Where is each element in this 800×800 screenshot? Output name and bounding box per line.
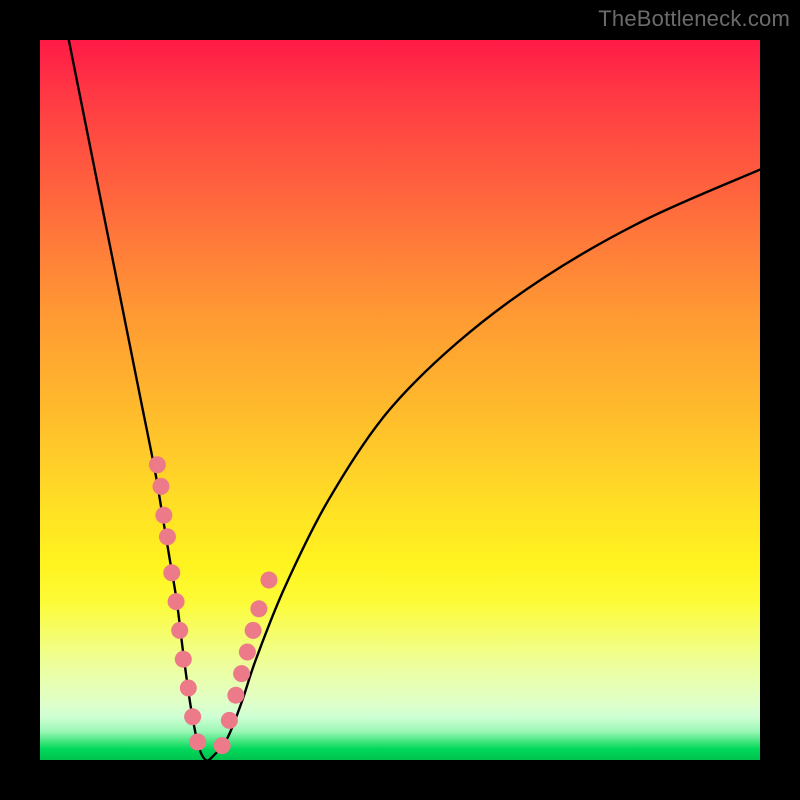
marker-dot	[168, 593, 185, 610]
marker-dot	[180, 680, 197, 697]
marker-dot	[239, 644, 256, 661]
plot-area	[40, 40, 760, 760]
marker-dot	[250, 600, 267, 617]
marker-dot	[260, 572, 277, 589]
marker-dots	[149, 456, 278, 754]
marker-dot	[184, 708, 201, 725]
chart-frame: TheBottleneck.com	[0, 0, 800, 800]
curve-group	[69, 40, 760, 760]
marker-dot	[214, 737, 231, 754]
marker-dot	[171, 622, 188, 639]
watermark-text: TheBottleneck.com	[598, 6, 790, 32]
marker-dot	[227, 687, 244, 704]
marker-dot	[159, 528, 176, 545]
marker-dot	[189, 734, 206, 751]
marker-dot	[233, 665, 250, 682]
marker-dot	[149, 456, 166, 473]
marker-dot	[221, 712, 238, 729]
marker-dot	[155, 507, 172, 524]
marker-dot	[175, 651, 192, 668]
chart-svg	[40, 40, 760, 760]
marker-dot	[245, 622, 262, 639]
bottleneck-curve	[69, 40, 760, 760]
marker-dot	[152, 478, 169, 495]
marker-dot	[163, 564, 180, 581]
